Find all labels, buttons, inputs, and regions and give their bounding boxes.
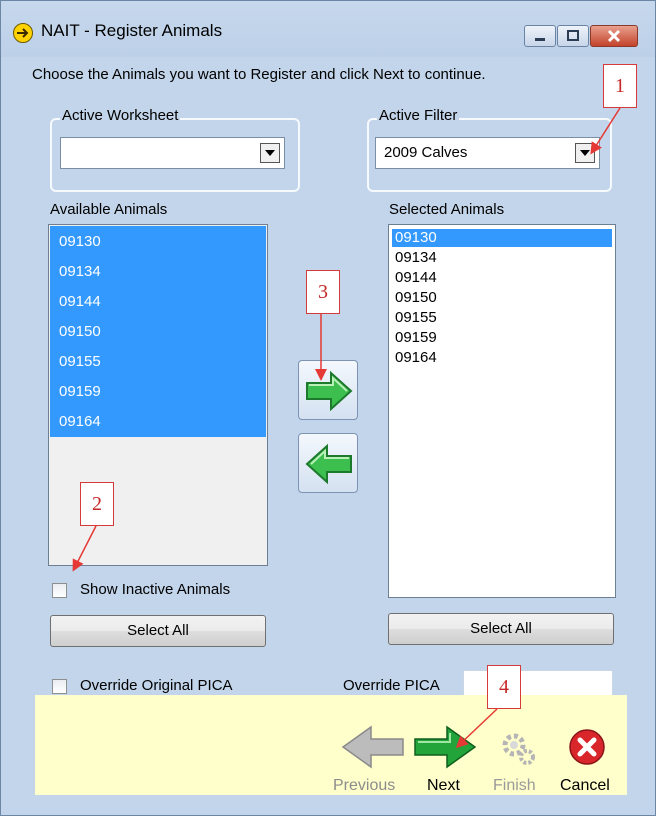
- list-item[interactable]: 09144: [392, 269, 612, 287]
- right-arrow-icon: [306, 370, 353, 412]
- active-filter-value: 2009 Calves: [384, 144, 468, 161]
- list-item[interactable]: 09150: [392, 289, 612, 307]
- callout-4: 4: [487, 665, 521, 709]
- add-selected-button[interactable]: [298, 360, 358, 420]
- title-bar[interactable]: NAIT - Register Animals: [1, 1, 655, 57]
- active-worksheet-label: Active Worksheet: [60, 107, 181, 124]
- active-filter-combo[interactable]: 2009 Calves: [375, 137, 600, 169]
- select-all-selected-button[interactable]: Select All: [388, 613, 614, 645]
- left-arrow-icon: [305, 443, 352, 485]
- list-item[interactable]: 09134: [50, 256, 266, 286]
- selected-animals-list[interactable]: 09130 09134 09144 09150 09155 09159 0916…: [388, 224, 616, 598]
- remove-selected-button[interactable]: [298, 433, 358, 493]
- override-original-pica-label: Override Original PICA: [80, 677, 233, 694]
- close-button[interactable]: [590, 25, 638, 47]
- available-animals-label: Available Animals: [50, 201, 168, 218]
- maximize-button[interactable]: [557, 25, 589, 47]
- cancel-x-icon: [569, 729, 605, 765]
- selected-animals-label: Selected Animals: [389, 201, 505, 218]
- list-item[interactable]: 09164: [392, 349, 612, 367]
- active-worksheet-combo[interactable]: [60, 137, 285, 169]
- list-item[interactable]: 09134: [392, 249, 612, 267]
- list-item[interactable]: 09164: [50, 406, 266, 436]
- callout-2: 2: [80, 482, 114, 526]
- select-all-available-button[interactable]: Select All: [50, 615, 266, 647]
- list-item[interactable]: 09159: [50, 376, 266, 406]
- show-inactive-checkbox[interactable]: [52, 583, 67, 598]
- window-title: NAIT - Register Animals: [41, 21, 223, 40]
- callout-3: 3: [306, 270, 340, 314]
- override-pica-label: Override PICA: [343, 677, 440, 694]
- minimize-button[interactable]: [524, 25, 556, 47]
- dropdown-arrow-icon[interactable]: [575, 143, 595, 163]
- previous-label: Previous: [333, 777, 396, 794]
- next-arrow-icon: [414, 725, 477, 769]
- list-item[interactable]: 09155: [392, 309, 612, 327]
- list-item[interactable]: 09130: [50, 226, 266, 256]
- previous-arrow-icon: [341, 725, 404, 769]
- finish-button[interactable]: Finish: [490, 725, 546, 795]
- list-item[interactable]: 09155: [50, 346, 266, 376]
- dropdown-arrow-icon[interactable]: [260, 143, 280, 163]
- cancel-button[interactable]: Cancel: [556, 725, 622, 795]
- list-item[interactable]: 09150: [50, 316, 266, 346]
- override-original-pica-checkbox[interactable]: [52, 679, 67, 694]
- list-item[interactable]: 09144: [50, 286, 266, 316]
- previous-button[interactable]: Previous: [333, 725, 411, 795]
- cancel-label: Cancel: [560, 777, 610, 794]
- app-arrow-icon: [13, 23, 33, 43]
- active-filter-label: Active Filter: [377, 107, 460, 124]
- show-inactive-label: Show Inactive Animals: [80, 581, 231, 598]
- next-label: Next: [427, 777, 460, 794]
- callout-1: 1: [603, 64, 637, 108]
- next-button[interactable]: Next: [413, 725, 479, 795]
- list-item[interactable]: 09130: [392, 229, 612, 247]
- gears-icon: [502, 733, 535, 765]
- instruction-text: Choose the Animals you want to Register …: [32, 66, 486, 83]
- list-item[interactable]: 09159: [392, 329, 612, 347]
- finish-label: Finish: [493, 777, 536, 794]
